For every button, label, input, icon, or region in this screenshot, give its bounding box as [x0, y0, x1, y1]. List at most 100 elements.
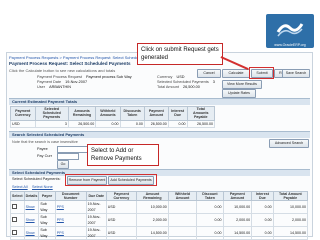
wave-logo-icon: [276, 23, 304, 37]
totals-cell: USD: [10, 119, 36, 128]
current-totals-section: Current Estimated Payment Totals: [9, 98, 310, 105]
totals-header: Payment Amount: [143, 106, 169, 121]
totals-cell: 3: [34, 119, 69, 128]
payments-header: Amount Remaining: [136, 190, 169, 202]
payments-header: Total Amount Payable: [272, 190, 309, 202]
totals-header: Discounts Taken: [119, 106, 145, 121]
payment-date-label: Payment Date: [37, 80, 62, 84]
request-name-field: Payment Process Request Payment process …: [37, 75, 132, 79]
save-search-button[interactable]: Save Search: [282, 69, 310, 78]
payment-amount-cell[interactable]: 2,000.00: [222, 213, 253, 228]
payment-row: Show Sub Way PPS 19-Nov-2007 USD 2,000.0…: [10, 213, 309, 228]
submit-callout: Click on submit Request gets generated: [137, 43, 223, 65]
totals-cell: 26,500.00: [67, 119, 97, 128]
payment-amount-cell[interactable]: 14,500.00: [222, 226, 253, 240]
view-more-results-button[interactable]: View More Results: [222, 80, 262, 89]
discount-taken-cell: 0.00: [196, 213, 224, 228]
select-payments-section: Select Scheduled Payments: [9, 169, 310, 176]
user-value: ARBANTHIN: [49, 85, 72, 89]
withheld-amount-cell: [167, 226, 198, 240]
totals-cell: 0.00: [119, 119, 145, 128]
document-number-link[interactable]: PPS: [54, 226, 87, 240]
totals-cell: 26,500.00: [186, 119, 216, 128]
logo-text: www.OracleERP.org: [274, 43, 306, 47]
select-payments-label: Select Scheduled Payments:: [12, 177, 61, 181]
show-details-link[interactable]: Show: [23, 213, 40, 228]
search-section: Search Selected Scheduled Payments: [9, 131, 310, 138]
app-window: Payment Process Requests > Payment Proce…: [6, 43, 313, 240]
selected-payments-field: Selected Scheduled Payments 3: [157, 80, 215, 84]
amount-remaining-cell: 14,500.00: [136, 226, 169, 240]
payment-row: Show Sub Way PPS 19-Nov-2007 USD 10,000.…: [10, 200, 309, 215]
totals-header-row: Payment Currency Selected Scheduled Paym…: [10, 106, 216, 121]
request-name-value: Payment process Sub Way: [86, 75, 132, 79]
totals-cell: 0.00: [167, 119, 188, 128]
currency-value: USD: [176, 75, 185, 79]
show-details-link[interactable]: Show: [23, 226, 40, 240]
interest-due-cell: 0.00: [251, 213, 274, 228]
totals-header: Payment Currency: [10, 106, 36, 121]
selected-payments-value: 3: [212, 80, 215, 84]
amount-remaining-cell: 10,000.00: [136, 200, 169, 215]
discount-taken-cell: 0.00: [196, 226, 224, 240]
document-number-link[interactable]: PPS: [54, 200, 87, 215]
user-label: User: [37, 85, 46, 89]
payments-header: Discount Taken: [196, 190, 224, 202]
document-number-link[interactable]: PPS: [54, 213, 87, 228]
total-amount-value: 26,500.00: [183, 85, 200, 89]
calculate-button[interactable]: Calculate: [222, 69, 250, 78]
row-select-checkbox[interactable]: [10, 226, 25, 240]
payee-cell: Sub Way: [38, 200, 56, 215]
currency-label: Currency: [157, 75, 173, 79]
withheld-amount-cell: [167, 213, 198, 228]
search-note: Note that the search is case insensitive: [12, 140, 78, 144]
add-remove-callout: Select to Add or Remove Payments: [87, 144, 159, 166]
payments-header: Select: [10, 190, 25, 202]
currency-cell: USD: [105, 226, 138, 240]
select-none-link[interactable]: Select None: [32, 185, 53, 189]
payments-table: Select Details Payee Document Number Due…: [10, 190, 309, 240]
totals-header: Withheld Amounts: [95, 106, 121, 121]
payments-header: Payment Amount: [222, 190, 253, 202]
totals-cell: 26,500.00: [143, 119, 169, 128]
interest-due-cell: 0.00: [251, 200, 274, 215]
due-date-cell: 19-Nov-2007: [85, 226, 107, 240]
pay-currency-input[interactable]: [57, 153, 79, 160]
currency-field: Currency USD: [157, 75, 185, 79]
payment-amount-cell[interactable]: 10,000.00: [222, 200, 253, 215]
totals-header: Amounts Remaining: [67, 106, 97, 121]
totals-cell: 0.00: [95, 119, 121, 128]
selected-payments-label: Selected Scheduled Payments: [157, 80, 209, 84]
total-payable-cell: 14,500.00: [272, 226, 309, 240]
payments-header: Payment Currency: [105, 190, 138, 202]
amount-remaining-cell: 2,000.00: [136, 213, 169, 228]
payments-header: Document Number: [54, 190, 87, 202]
totals-header: Total Amounts Payable: [186, 106, 216, 121]
payment-row: Show Sub Way PPS 19-Nov-2007 USD 14,500.…: [10, 226, 309, 240]
payments-header: Due Date: [85, 190, 107, 202]
row-select-checkbox[interactable]: [10, 213, 25, 228]
payment-date-field: Payment Date 19-Nov-2007: [37, 80, 87, 84]
due-date-cell: 19-Nov-2007: [85, 200, 107, 215]
cancel-button[interactable]: Cancel: [197, 69, 221, 78]
row-select-checkbox[interactable]: [10, 200, 25, 215]
totals-header: Interest Due: [167, 106, 188, 121]
show-details-link[interactable]: Show: [23, 200, 40, 215]
payments-header: Withheld Amount: [167, 190, 198, 202]
payments-header: Interest Due: [251, 190, 274, 202]
discount-taken-cell: 0.00: [196, 200, 224, 215]
go-button[interactable]: Go: [57, 160, 69, 169]
select-all-link[interactable]: Select All: [12, 185, 28, 189]
company-logo: www.OracleERP.org: [266, 14, 314, 48]
withheld-amount-cell: [167, 200, 198, 215]
payments-header: Details: [23, 190, 40, 202]
update-rates-button[interactable]: Update Rates: [222, 89, 256, 98]
advanced-search-button[interactable]: Advanced Search: [269, 139, 309, 148]
user-field: User ARBANTHIN: [37, 85, 71, 89]
payee-cell: Sub Way: [38, 226, 56, 240]
totals-table: Payment Currency Selected Scheduled Paym…: [10, 106, 216, 128]
payee-cell: Sub Way: [38, 213, 56, 228]
total-payable-cell: 2,000.00: [272, 213, 309, 228]
currency-cell: USD: [105, 213, 138, 228]
request-name-label: Payment Process Request: [37, 75, 82, 79]
